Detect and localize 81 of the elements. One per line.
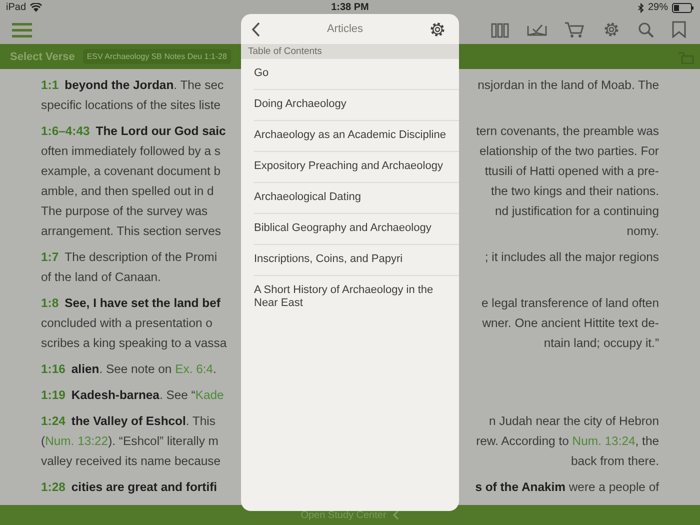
- note-text: amble, and then spelled out in d: [41, 184, 214, 198]
- note-text: (: [41, 434, 46, 448]
- note-text: The purpose of the survey was: [41, 204, 208, 218]
- note-text: The description of the Promi: [64, 250, 218, 264]
- note-text: back from there.: [570, 454, 659, 468]
- popover-title: Articles: [326, 23, 364, 35]
- back-chevron-icon[interactable]: [251, 22, 261, 36]
- note-text: . See note on: [99, 362, 173, 376]
- note-text: nd justification for a continuing: [495, 204, 659, 218]
- note-text: nsjordan in the land of Moab. The: [478, 78, 659, 92]
- cart-icon[interactable]: [565, 22, 585, 38]
- menu-icon[interactable]: [12, 22, 32, 38]
- article-item[interactable]: Biblical Geography and Archaeology: [254, 214, 459, 245]
- bookmark-icon[interactable]: [672, 21, 686, 38]
- scripture-link[interactable]: Ex. 6:4: [175, 362, 214, 376]
- library-icon[interactable]: [491, 22, 509, 38]
- note-phrase: cities are great and fortifi: [71, 480, 218, 494]
- scripture-link[interactable]: Num. 13:22: [45, 434, 108, 448]
- note-phrase: See, I have set the land bef: [64, 296, 220, 310]
- note-phrase: alien: [71, 362, 100, 376]
- verse-reference[interactable]: 1:8: [41, 296, 59, 310]
- article-item[interactable]: Archaeology as an Academic Discipline: [254, 121, 459, 152]
- note-phrase: Kadesh-barnea: [71, 388, 160, 402]
- note-text: arrangement. This section serves: [41, 224, 221, 238]
- note-text: of the land of Canaan.: [41, 270, 161, 284]
- note-text: . The sec: [174, 78, 224, 92]
- scripture-link[interactable]: Num. 13:24: [572, 434, 636, 448]
- note-text: tern covenants, the preamble was: [476, 124, 659, 138]
- note-text: wner. One ancient Hittite text de-: [482, 316, 659, 330]
- chevron-left-icon[interactable]: [392, 510, 400, 520]
- resource-chip[interactable]: ESV Archaeology SB Notes Deu 1:1-28: [82, 49, 231, 64]
- note-text: often immediately followed by a s: [41, 144, 221, 158]
- note-text: the two kings and their nations.: [490, 184, 659, 198]
- note-text: , the: [635, 434, 659, 448]
- article-item[interactable]: Inscriptions, Coins, and Papyri: [254, 245, 459, 276]
- bluetooth-icon: [638, 2, 644, 12]
- note-text: nomy.: [626, 224, 659, 238]
- note-text: were a people of: [568, 480, 659, 494]
- verse-reference[interactable]: 1:24: [41, 414, 66, 428]
- note-text: scribes a king speaking to a vassa: [41, 336, 227, 350]
- note-text: example, a covenant document b: [41, 164, 221, 178]
- note-text: specific locations of the sites liste: [41, 98, 221, 112]
- note-phrase: s of the Anakim: [475, 480, 566, 494]
- note-phrase: the Valley of Eshcol: [71, 414, 186, 428]
- note-text: valley received its name because: [41, 454, 221, 468]
- note-text: ntain land; occupy it.”: [544, 336, 659, 350]
- article-item[interactable]: A Short History of Archaeology in the Near East: [254, 276, 459, 318]
- note-text: .: [213, 362, 216, 376]
- note-text: elationship of the two parties. For: [479, 144, 659, 158]
- article-item[interactable]: Archaeological Dating: [254, 183, 459, 214]
- verse-reference[interactable]: 1:16: [41, 362, 66, 376]
- scripture-link[interactable]: Kade: [195, 388, 224, 402]
- note-text: concluded with a presentation o: [41, 316, 212, 330]
- battery-icon: [672, 2, 694, 12]
- note-phrase: beyond the Jordan: [64, 78, 174, 92]
- verse-reference[interactable]: 1:28: [41, 480, 66, 494]
- settings-icon[interactable]: [429, 20, 446, 38]
- note-text: ttusili of Hatti opened with a pre-: [484, 164, 659, 178]
- verse-reference[interactable]: 1:1: [41, 78, 59, 92]
- note-text: ). “Eshcol” literally m: [108, 434, 218, 448]
- note-text: . See “: [159, 388, 196, 402]
- battery-percent: 29%: [648, 2, 668, 13]
- note-text: . This: [186, 414, 216, 428]
- book-check-icon[interactable]: [527, 22, 547, 36]
- note-text: ; it includes all the major regions: [484, 250, 659, 264]
- clock-time: 1:38 PM: [330, 2, 370, 13]
- note-phrase: The Lord our God saic: [96, 124, 226, 138]
- note-text: rew. According to: [476, 434, 570, 448]
- section-header: Table of Contents: [241, 44, 459, 59]
- verse-reference[interactable]: 1:19: [41, 388, 66, 402]
- note-text: e legal transference of land often: [481, 296, 659, 310]
- article-item[interactable]: Go: [254, 59, 459, 90]
- search-icon[interactable]: [638, 22, 654, 38]
- verse-reference[interactable]: 1:7: [41, 250, 59, 264]
- wifi-icon: [30, 3, 42, 12]
- note-text: n Judah near the city of Hebron: [488, 414, 659, 428]
- verse-reference[interactable]: 1:6–4:43: [41, 124, 90, 138]
- select-verse-button[interactable]: Select Verse: [10, 50, 75, 62]
- article-item[interactable]: Expository Preaching and Archaeology: [254, 152, 459, 183]
- article-item[interactable]: Doing Archaeology: [254, 90, 459, 121]
- device-name: iPad: [6, 2, 26, 13]
